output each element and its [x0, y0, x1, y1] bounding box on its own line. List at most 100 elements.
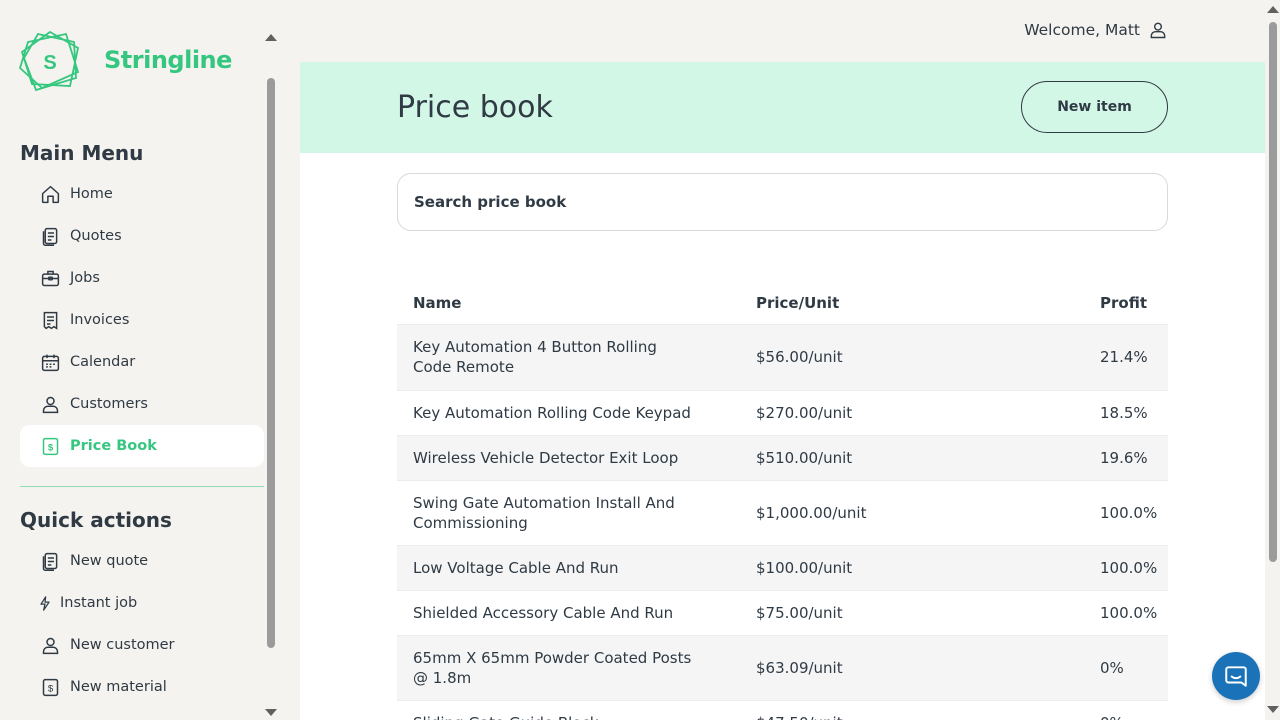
lightning-icon [37, 592, 53, 614]
sidebar: S Stringline Main Menu Home Quotes Jobs [0, 0, 264, 720]
svg-text:$: $ [47, 683, 53, 694]
sidebar-scroll-thumb[interactable] [267, 78, 275, 648]
page-title: Price book [397, 90, 553, 125]
page-scroll-down-icon[interactable] [1267, 706, 1279, 713]
dollar-tag-icon: $ [39, 676, 61, 698]
new-item-button[interactable]: New item [1021, 81, 1168, 133]
table-row[interactable]: Swing Gate Automation Install And Commis… [397, 479, 1168, 545]
cell-profit: 100.0% [1084, 544, 1168, 590]
cell-price: $75.00/unit [740, 589, 1084, 635]
dollar-tag-icon: $ [39, 435, 61, 457]
column-header-price[interactable]: Price/Unit [740, 282, 1084, 324]
cell-name: Wireless Vehicle Detector Exit Loop [397, 434, 740, 480]
calendar-icon [39, 351, 61, 373]
nav-item-customers[interactable]: Customers [20, 383, 264, 425]
quick-action-new-quote[interactable]: New quote [20, 540, 264, 582]
search-input[interactable] [397, 173, 1168, 231]
cell-price: $1,000.00/unit [740, 479, 1084, 545]
user-icon [39, 393, 61, 415]
user-icon [1150, 22, 1166, 39]
sidebar-scroll-up-icon[interactable] [265, 34, 277, 41]
table-row[interactable]: Sliding Gate Guide Block $47.50/unit 0% [397, 699, 1168, 720]
nav-label: Jobs [70, 270, 100, 286]
quick-action-new-customer[interactable]: New customer [20, 624, 264, 666]
main-menu-title: Main Menu [20, 141, 144, 165]
cell-price: $510.00/unit [740, 434, 1084, 480]
quick-action-new-material[interactable]: $ New material [20, 666, 264, 708]
briefcase-icon [39, 267, 61, 289]
quick-action-label: New customer [70, 637, 175, 653]
quick-action-instant-job[interactable]: Instant job [20, 582, 264, 624]
nav-item-home[interactable]: Home [20, 173, 264, 215]
page-scrollbar[interactable] [1266, 0, 1280, 720]
nav-label: Customers [70, 396, 148, 412]
nav-item-price-book[interactable]: $ Price Book [20, 425, 264, 467]
user-menu[interactable]: Welcome, Matt [1024, 20, 1168, 40]
nav-label: Calendar [70, 354, 136, 370]
cell-profit: 18.5% [1084, 389, 1168, 435]
page-header: Price book New item [300, 62, 1265, 153]
table-row[interactable]: Shielded Accessory Cable And Run $75.00/… [397, 589, 1168, 635]
nav-label: Invoices [70, 312, 130, 328]
cell-profit: 100.0% [1084, 589, 1168, 635]
stringline-logo-icon: S [18, 30, 80, 92]
chat-launcher-button[interactable] [1212, 652, 1260, 700]
cell-price: $56.00/unit [740, 323, 1084, 390]
table-header-row: Name Price/Unit Profit [397, 282, 1168, 324]
nav-label: Quotes [70, 228, 122, 244]
nav-label: Price Book [70, 438, 157, 454]
quick-action-label: Instant job [60, 595, 138, 611]
welcome-text: Welcome, Matt [1024, 21, 1140, 39]
quick-action-label: New material [70, 679, 167, 695]
cell-price: $270.00/unit [740, 389, 1084, 435]
cell-name: Key Automation Rolling Code Keypad [397, 389, 740, 435]
column-header-name[interactable]: Name [397, 282, 740, 324]
table-row[interactable]: Key Automation Rolling Code Keypad $270.… [397, 389, 1168, 435]
cell-price: $63.09/unit [740, 634, 1084, 700]
document-icon [39, 225, 61, 247]
chat-icon [1225, 666, 1247, 687]
cell-profit: 0% [1084, 699, 1168, 720]
sidebar-scrollbar[interactable] [264, 30, 278, 720]
cell-name: Shielded Accessory Cable And Run [397, 589, 740, 635]
cell-name: Sliding Gate Guide Block [397, 699, 740, 720]
price-book-table: Name Price/Unit Profit Key Automation 4 … [397, 282, 1168, 720]
receipt-icon [39, 309, 61, 331]
brand-logo[interactable]: S Stringline [18, 28, 232, 92]
nav-item-jobs[interactable]: Jobs [20, 257, 264, 299]
nav-item-calendar[interactable]: Calendar [20, 341, 264, 383]
document-icon [39, 550, 61, 572]
page-scroll-thumb[interactable] [1269, 22, 1277, 562]
home-icon [39, 183, 61, 205]
svg-text:$: $ [47, 442, 53, 453]
cell-price: $100.00/unit [740, 544, 1084, 590]
user-icon [39, 634, 61, 656]
cell-name: 65mm X 65mm Powder Coated Posts @ 1.8m [397, 634, 740, 700]
sidebar-scroll-down-icon[interactable] [265, 709, 277, 716]
main-menu: Home Quotes Jobs Invoices Calendar Custo… [20, 173, 264, 467]
cell-profit: 100.0% [1084, 479, 1168, 545]
cell-profit: 0% [1084, 634, 1168, 700]
nav-label: Home [70, 186, 113, 202]
quick-actions-menu: New quote Instant job New customer $ New… [20, 540, 264, 708]
brand-name: Stringline [104, 46, 232, 74]
cell-profit: 19.6% [1084, 434, 1168, 480]
cell-name: Low Voltage Cable And Run [397, 544, 740, 590]
table-row[interactable]: Key Automation 4 Button Rolling Code Rem… [397, 323, 1168, 390]
quick-actions-title: Quick actions [20, 508, 172, 532]
cell-price: $47.50/unit [740, 699, 1084, 720]
table-row[interactable]: Low Voltage Cable And Run $100.00/unit 1… [397, 544, 1168, 590]
cell-profit: 21.4% [1084, 323, 1168, 390]
table-row[interactable]: 65mm X 65mm Powder Coated Posts @ 1.8m $… [397, 634, 1168, 700]
logo-letter: S [43, 52, 56, 74]
page-scroll-up-icon[interactable] [1267, 6, 1279, 13]
cell-name: Key Automation 4 Button Rolling Code Rem… [397, 323, 740, 390]
quick-action-label: New quote [70, 553, 149, 569]
nav-item-invoices[interactable]: Invoices [20, 299, 264, 341]
nav-item-quotes[interactable]: Quotes [20, 215, 264, 257]
column-header-profit[interactable]: Profit [1084, 282, 1168, 324]
main-content: Price book New item Name Price/Unit Prof… [300, 62, 1265, 720]
table-row[interactable]: Wireless Vehicle Detector Exit Loop $510… [397, 434, 1168, 480]
sidebar-divider [20, 486, 264, 487]
cell-name: Swing Gate Automation Install And Commis… [397, 479, 740, 545]
